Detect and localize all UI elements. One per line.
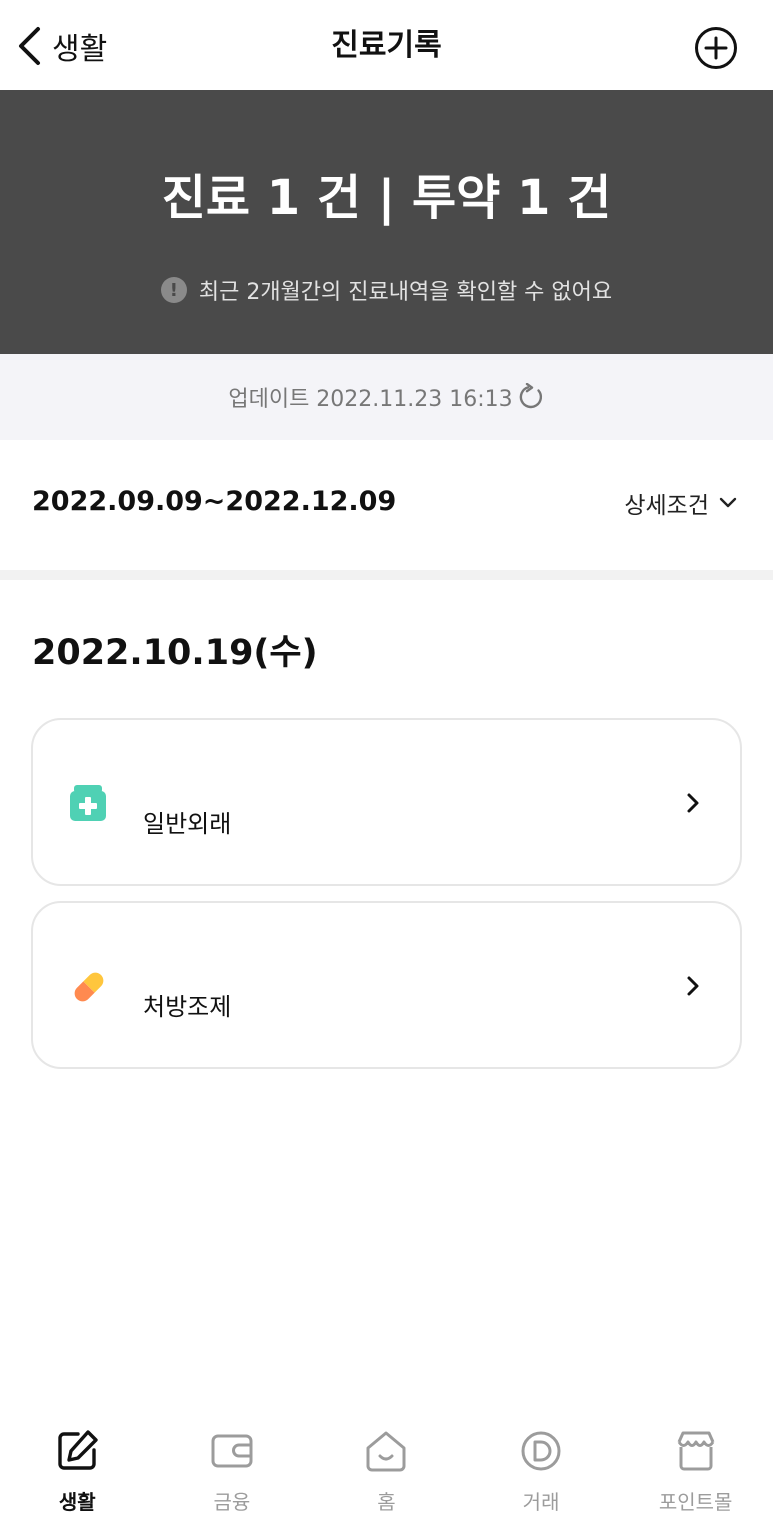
page-title: 진료기록 [331,28,442,63]
update-bar: 업데이트 2022.11.23 16:13 [0,354,773,440]
filter-row: 2022.09.09~2022.12.09 상세조건 [0,440,773,570]
record-card-outpatient[interactable]: 일반외래 [31,718,742,886]
nav-item-home[interactable]: 홈 [309,1410,464,1523]
update-text: 업데이트 2022.11.23 16:13 [228,387,513,412]
notice-text: 최근 2개월간의 진료내역을 확인할 수 없어요 [198,280,613,305]
home-icon [361,1426,411,1476]
nav-item-finance[interactable]: 금융 [155,1410,310,1523]
edit-icon [52,1426,102,1476]
nav-label: 포인트몰 [658,1490,733,1514]
nav-item-life[interactable]: 생활 [0,1410,155,1523]
detail-filter-label: 상세조건 [624,493,709,519]
nav-label: 홈 [377,1490,396,1514]
refresh-icon[interactable] [517,383,545,411]
nav-item-pointmall[interactable]: 포인트몰 [618,1410,773,1523]
top-header: 생활 진료기록 [0,0,773,90]
pill-icon [69,967,109,1011]
nav-label: 금융 [213,1490,251,1514]
coin-icon [516,1426,566,1476]
notice-message: ! 최근 2개월간의 진료내역을 확인할 수 없어요 [0,274,773,306]
chevron-right-icon [686,792,700,818]
medical-kit-icon [69,784,107,826]
plus-circle-icon [695,27,737,69]
record-date-heading: 2022.10.19(수) [32,633,318,673]
summary-banner: 진료 1 건 | 투약 1 건 ! 최근 2개월간의 진료내역을 확인할 수 없… [0,90,773,354]
section-divider [0,570,773,580]
nav-label: 거래 [522,1490,560,1514]
add-record-button[interactable] [694,26,738,70]
store-icon [671,1426,721,1476]
record-card-label: 처방조제 [143,993,232,1021]
chevron-right-icon [686,975,700,1001]
chevron-down-icon [719,497,737,508]
record-count-summary: 진료 1 건 | 투약 1 건 [161,170,612,226]
wallet-icon [207,1426,257,1476]
record-card-prescription[interactable]: 처방조제 [31,901,742,1069]
date-range: 2022.09.09~2022.12.09 [32,486,397,517]
detail-filter-button[interactable]: 상세조건 [624,486,737,520]
nav-item-trade[interactable]: 거래 [464,1410,619,1523]
exclamation-icon: ! [160,277,187,303]
bottom-navigation: 생활 금융 홈 거래 포인트몰 [0,1410,773,1523]
app-screen: 생활 진료기록 진료 1 건 | 투약 1 건 ! 최근 2개월간의 진료내역을… [0,0,773,1523]
nav-label: 생활 [58,1490,96,1514]
record-card-label: 일반외래 [143,810,232,838]
